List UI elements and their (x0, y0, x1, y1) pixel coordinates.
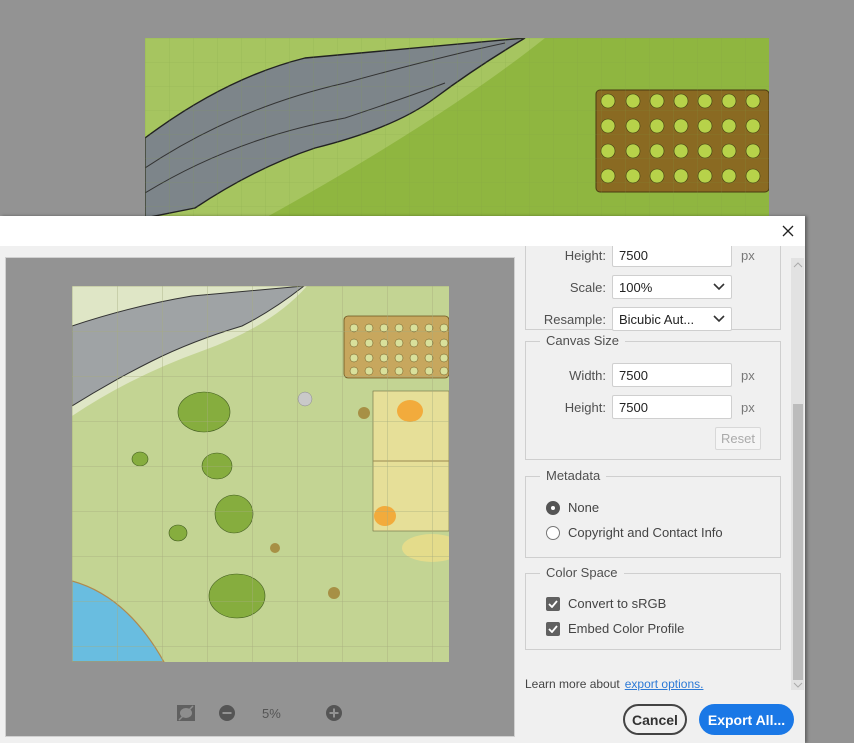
zoom-out-icon[interactable] (218, 704, 236, 727)
color-space-group: Color Space Convert to sRGB Embed Color … (525, 565, 781, 650)
radio-unselected[interactable] (546, 525, 560, 540)
cancel-button[interactable]: Cancel (623, 704, 687, 735)
convert-srgb-option[interactable]: Convert to sRGB (546, 596, 666, 611)
image-preview-area: 5% (5, 257, 515, 737)
canvas-size-title: Canvas Size (540, 333, 625, 348)
scale-select[interactable]: 100% (612, 275, 732, 299)
canvas-size-group: Canvas Size Width: 7500 px Height: 7500 … (525, 333, 781, 460)
close-icon[interactable] (779, 222, 797, 240)
resample-value: Bicubic Aut... (619, 311, 695, 327)
metadata-option-copyright[interactable]: Copyright and Contact Info (546, 525, 723, 540)
canvas-height-label: Height: (564, 399, 606, 415)
settings-scrollbar[interactable] (791, 258, 804, 690)
metadata-group: Metadata None Copyright and Contact Info (525, 468, 781, 558)
export-dialog: 5% Height: 7500 px Scale: 100% Resample: (0, 216, 805, 743)
scroll-up-icon[interactable] (793, 262, 803, 268)
image-height-unit: px (741, 247, 755, 263)
image-height-input[interactable]: 7500 (612, 246, 732, 267)
image-height-label: Height: (564, 247, 606, 263)
canvas-width-label: Width: (569, 367, 606, 383)
resample-select[interactable]: Bicubic Aut... (612, 307, 732, 331)
zoom-level: 5% (262, 706, 281, 721)
background-canvas-image (145, 38, 769, 218)
embed-profile-label: Embed Color Profile (568, 621, 685, 636)
resample-row: Resample: Bicubic Aut... (526, 307, 732, 331)
scroll-down-icon[interactable] (793, 682, 803, 688)
dialog-titlebar (0, 216, 805, 246)
scale-label: Scale: (569, 279, 606, 295)
canvas-width-row: Width: 7500 px (526, 363, 755, 387)
image-size-group: Height: 7500 px Scale: 100% Resample: Bi… (525, 246, 781, 331)
checkbox-checked[interactable] (546, 596, 560, 611)
metadata-title: Metadata (540, 468, 607, 483)
radio-selected[interactable] (546, 500, 560, 515)
convert-srgb-label: Convert to sRGB (568, 596, 667, 611)
checkbox-checked[interactable] (546, 621, 560, 636)
preview-zoom-bar: 5% (6, 702, 516, 726)
canvas-width-input[interactable]: 7500 (612, 363, 732, 387)
embed-profile-option[interactable]: Embed Color Profile (546, 621, 684, 636)
chevron-down-icon (713, 315, 725, 323)
chevron-down-icon (713, 283, 725, 291)
metadata-option-label: Copyright and Contact Info (568, 525, 723, 540)
export-all-button[interactable]: Export All... (699, 704, 794, 735)
preview-image (72, 286, 449, 662)
toggle-transparency-icon[interactable] (176, 704, 196, 727)
image-height-row: Height: 7500 px (526, 246, 755, 267)
settings-panel: Height: 7500 px Scale: 100% Resample: Bi… (520, 246, 790, 686)
scroll-thumb[interactable] (793, 404, 803, 680)
learn-more-text: Learn more about (525, 677, 620, 691)
export-options-link[interactable]: export options. (625, 677, 704, 691)
canvas-height-input[interactable]: 7500 (612, 395, 732, 419)
color-space-title: Color Space (540, 565, 624, 580)
learn-more: Learn more about export options. (525, 677, 703, 691)
scale-row: Scale: 100% (526, 275, 732, 299)
scale-value: 100% (619, 279, 653, 295)
metadata-option-none[interactable]: None (546, 500, 599, 515)
canvas-height-row: Height: 7500 px (526, 395, 755, 419)
zoom-in-icon[interactable] (325, 704, 343, 727)
resample-label: Resample: (543, 311, 606, 327)
canvas-width-unit: px (741, 367, 755, 383)
canvas-height-unit: px (741, 399, 755, 415)
metadata-option-label: None (568, 500, 600, 515)
reset-button[interactable]: Reset (715, 427, 761, 450)
